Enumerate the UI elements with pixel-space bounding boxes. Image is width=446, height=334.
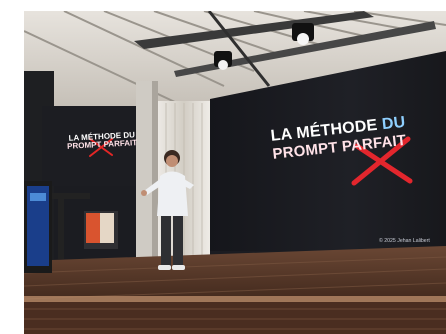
- side-desk: [84, 211, 118, 249]
- slide-line1-b: DU: [381, 113, 407, 134]
- slide-copyright: © 2025 Jehan Lalibert: [379, 238, 430, 244]
- pillar-shadow: [152, 81, 158, 271]
- scene-illustration: [24, 11, 446, 334]
- stage-photo: LA MÉTHODE DU PROMPT PARFAIT LA MÉTHODE …: [24, 11, 446, 334]
